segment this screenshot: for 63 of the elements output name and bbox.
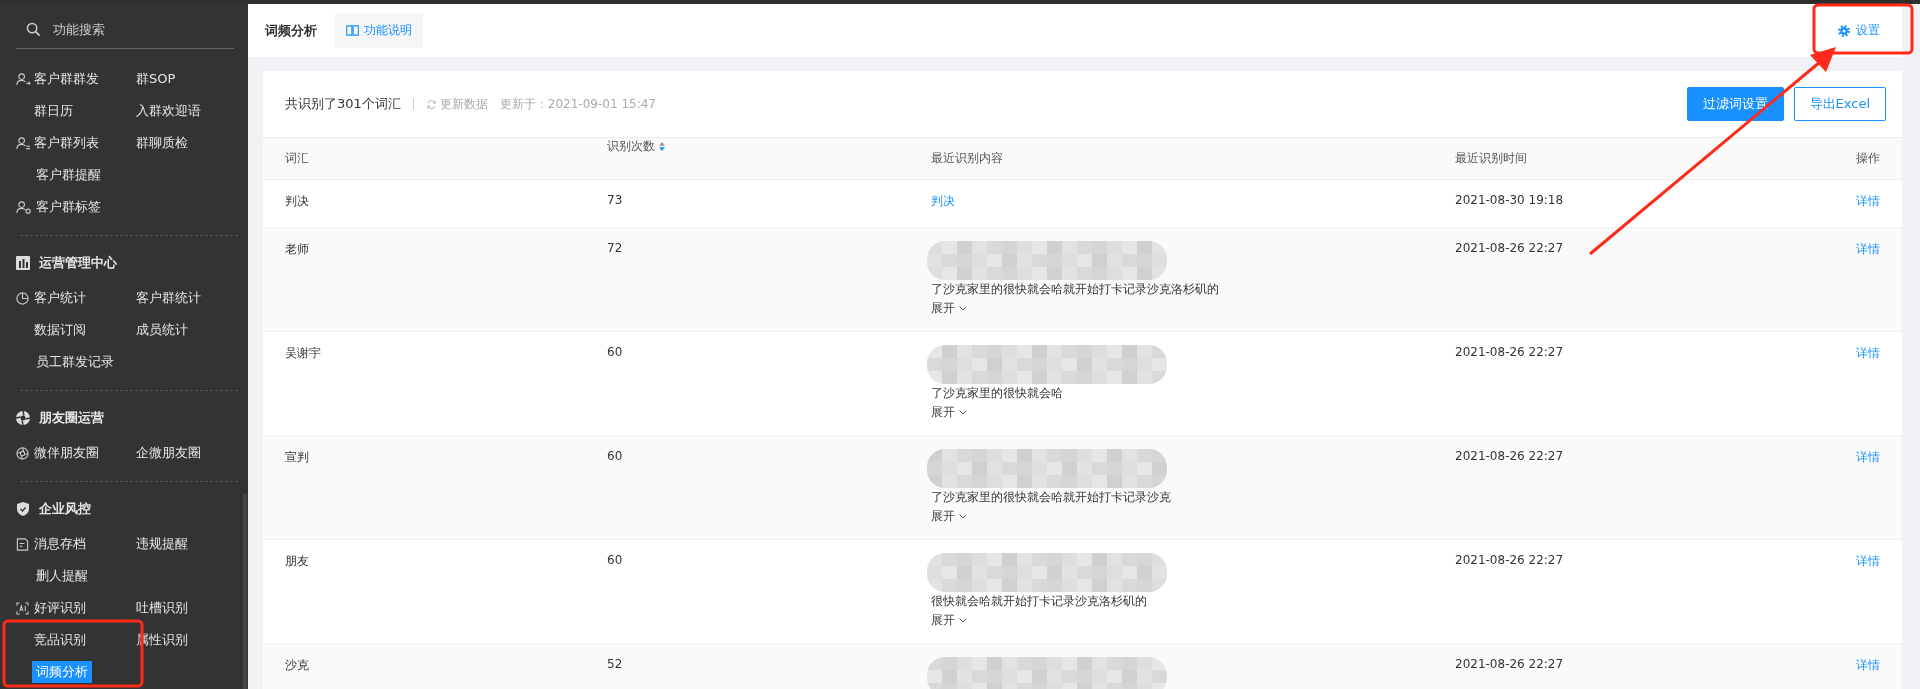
table-cell-text: 2021-08-30 19:18 xyxy=(1455,193,1565,209)
aperture-icon xyxy=(16,411,30,425)
ai-icon xyxy=(16,601,29,615)
chevron-down-icon xyxy=(959,306,967,311)
table-cell-text: 沙克 xyxy=(285,657,310,674)
table-cell-text: 60 xyxy=(607,553,624,567)
sidebar-item[interactable]: 删人提醒 xyxy=(32,565,150,587)
table-cell-text: 60 xyxy=(607,449,624,463)
column-header[interactable]: 识别次数 xyxy=(607,138,655,155)
table-cell-text: 52 xyxy=(607,657,624,671)
settings-icon xyxy=(1838,24,1850,37)
section-title: 企业风控 xyxy=(39,500,91,518)
document-icon xyxy=(16,537,29,551)
sidebar-item[interactable]: 员工群发记录 xyxy=(32,351,150,373)
content-text: 了沙克家里的很快就会哈就开始打卡记录沙克洛杉矶的 xyxy=(931,281,1219,298)
column-header: 最近识别内容 xyxy=(931,150,1004,167)
content-text: 很快就会哈就开始打卡记录沙克洛杉矶的 xyxy=(931,593,1147,610)
page-title: 词频分析 xyxy=(265,21,317,40)
search-field[interactable]: 功能搜索 xyxy=(51,20,215,38)
people-icon xyxy=(16,72,31,86)
table-cell-text: 73 xyxy=(607,193,624,207)
content-text: 了沙克家里的很快就会哈就开始打卡记录沙克 xyxy=(931,489,1171,506)
expand-link[interactable]: 展开 xyxy=(931,507,967,526)
content-text: 了沙克家里的很快就会哈 xyxy=(931,385,1063,402)
expand-link[interactable]: 展开 xyxy=(931,403,967,422)
sidebar-item[interactable]: 竞品识别 xyxy=(29,629,136,651)
table-cell-text: 吴谢宇 xyxy=(285,345,322,362)
shield-icon xyxy=(16,502,30,516)
chevron-down-icon xyxy=(959,618,967,623)
sort-icon[interactable] xyxy=(659,142,665,151)
table-cell-text: 72 xyxy=(607,241,624,255)
section-title: 运营管理中心 xyxy=(39,254,117,272)
table-cell-text: 宣判 xyxy=(285,449,310,466)
bar-chart-icon xyxy=(16,256,30,270)
updated-time: 更新于：2021-09-01 15:47 xyxy=(499,95,656,113)
table-cell-text: 60 xyxy=(607,345,624,359)
table-cell-text: 2021-08-26 22:27 xyxy=(1455,241,1565,257)
expand-link[interactable]: 展开 xyxy=(931,611,967,630)
table-cell-text: 2021-08-26 22:27 xyxy=(1455,657,1565,673)
chevron-down-icon xyxy=(959,514,967,519)
refresh-icon xyxy=(425,98,437,110)
table-cell-text: 判决 xyxy=(285,193,310,210)
chevron-down-icon xyxy=(959,410,967,415)
people-icon xyxy=(16,200,31,214)
scrollbar[interactable] xyxy=(243,494,247,689)
section-title: 朋友圈运营 xyxy=(39,409,104,427)
column-header: 最近识别时间 xyxy=(1455,150,1528,167)
aperture-icon xyxy=(16,446,29,460)
sidebar-item[interactable]: 客户群标签 xyxy=(32,196,150,218)
table-cell-text: 朋友 xyxy=(285,553,310,570)
table-cell-text: 2021-08-26 22:27 xyxy=(1455,449,1565,465)
table-cell-text: 2021-08-26 22:27 xyxy=(1455,553,1565,569)
table-cell-text: 老师 xyxy=(285,241,310,258)
book-icon xyxy=(346,25,359,36)
search-icon xyxy=(26,21,41,37)
sidebar-item[interactable]: 客户群提醒 xyxy=(32,164,150,186)
column-header: 词汇 xyxy=(285,150,310,167)
table-cell-text: 2021-08-26 22:27 xyxy=(1455,345,1565,361)
word-total: 共识别了301个词汇 xyxy=(285,95,401,113)
expand-link[interactable]: 展开 xyxy=(931,299,967,318)
column-header: 操作 xyxy=(1855,150,1880,167)
pie-chart-icon xyxy=(16,291,29,305)
people-icon xyxy=(16,136,31,150)
